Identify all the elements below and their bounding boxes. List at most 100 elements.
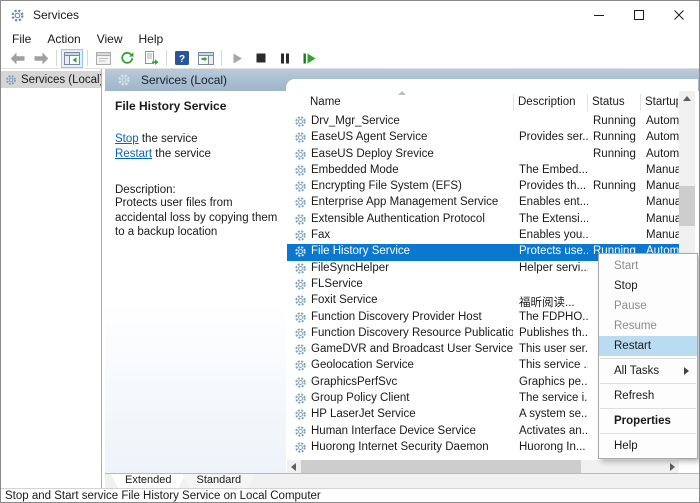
tab-standard[interactable]: Standard [182,474,255,488]
column-divider[interactable] [587,94,588,111]
service-gear-icon [294,278,307,291]
toolbar-separator [221,50,222,66]
service-startup-type: Automatic [646,131,679,143]
minimize-button[interactable] [579,1,619,29]
maximize-button[interactable] [619,1,659,29]
context-menu-item-refresh[interactable]: Refresh [599,386,697,406]
tab-extended[interactable]: Extended [111,474,185,488]
pause-service-button[interactable] [274,49,296,68]
service-description: 福昕阅读... [519,294,588,310]
service-name: Embedded Mode [311,164,513,176]
menu-file[interactable]: File [4,30,39,48]
scroll-left-button[interactable] [287,460,300,473]
service-name: Enterprise App Management Service [311,196,513,208]
service-gear-icon [294,359,307,372]
window-title: Services [33,8,79,22]
service-description: Provides ser... [519,131,588,143]
service-row[interactable]: Drv_Mgr_ServiceRunningAutomatic [287,114,679,130]
title-bar: Services [1,1,699,29]
stop-service-button[interactable] [250,49,272,68]
service-description: Huorong In... [519,441,588,453]
service-startup-type: Manual [646,213,679,225]
service-status: Running [593,180,640,192]
back-arrow-button[interactable] [6,49,28,68]
pause-service-icon [280,53,290,64]
arrow-up-icon [683,96,691,101]
service-row[interactable]: Enterprise App Management Service Enables… [287,195,679,211]
service-row[interactable]: Extensible Authentication ProtocolThe Ex… [287,212,679,228]
services-window: Services FileActionViewHelp ? Services (… [0,0,700,503]
show-action-pane-icon [198,52,214,65]
column-header-startup-type[interactable]: Startup Type [645,96,678,108]
column-header-description[interactable]: Description [518,96,588,108]
horizontal-scrollbar[interactable] [287,460,679,473]
horizontal-scrollbar-thumb[interactable] [301,460,581,473]
column-header-name[interactable]: Name [310,96,510,108]
toolbar-separator [166,50,167,66]
service-description: Enables ent... [519,196,588,208]
service-name: Drv_Mgr_Service [311,115,513,127]
close-button[interactable] [659,1,699,29]
export-list-icon [144,51,159,65]
context-menu-item-all-tasks[interactable]: All Tasks [599,361,697,381]
refresh-button[interactable] [116,49,138,68]
refresh-icon [120,51,134,65]
show-action-pane-button[interactable] [195,49,217,68]
service-row[interactable]: EaseUS Agent ServiceProvides ser...Runni… [287,130,679,146]
context-menu-item-start: Start [599,256,697,276]
service-name: Foxit Service [311,294,513,306]
service-name: FLService [311,278,513,290]
service-gear-icon [294,441,307,454]
service-name: HP LaserJet Service [311,408,513,420]
context-menu-item-restart[interactable]: Restart [599,336,697,356]
service-name: FileSyncHelper [311,262,513,274]
service-description: Provides th... [519,180,588,192]
context-menu-item-properties[interactable]: Properties [599,411,697,431]
service-gear-icon [294,245,307,258]
toolbar-separator [56,50,57,66]
service-description: The FDPHO... [519,311,588,323]
sort-ascending-icon [398,91,406,95]
restart-service-button[interactable] [298,49,320,68]
column-header-status[interactable]: Status [592,96,639,108]
service-description: Graphics pe... [519,376,588,388]
service-row[interactable]: FaxEnables you...Manual [287,228,679,244]
stop-service-link[interactable]: Stop [115,133,139,145]
menu-help[interactable]: Help [131,30,172,48]
context-menu-item-pause: Pause [599,296,697,316]
menu-view[interactable]: View [89,30,131,48]
service-row[interactable]: Embedded ModeThe Embed...Manual [287,163,679,179]
service-status: Running [593,131,640,143]
service-startup-type: Manual [646,229,679,241]
description-text: Protects user files from accidental loss… [115,196,283,240]
toolbar: ? [1,48,699,69]
menu-action[interactable]: Action [39,30,88,48]
back-arrow-icon [10,52,25,65]
service-row[interactable]: EaseUS Deploy SreviceRunningAutomatic [287,147,679,163]
column-divider[interactable] [513,94,514,111]
tree-item-label: Services (Local) [21,74,101,86]
show-console-tree-button[interactable] [61,49,83,68]
scroll-up-button[interactable] [679,91,695,106]
context-menu-item-help[interactable]: Help [599,436,697,456]
toolbar-separator [87,50,88,66]
context-menu-item-stop[interactable]: Stop [599,276,697,296]
svg-text:?: ? [179,54,185,65]
forward-arrow-button[interactable] [30,49,52,68]
service-description: Protects use... [519,245,588,257]
restart-service-link[interactable]: Restart [115,148,152,160]
service-name: Group Policy Client [311,392,513,404]
help-icon: ? [175,51,189,65]
service-gear-icon [294,196,307,209]
column-divider[interactable] [640,94,641,111]
service-description: Helper servi... [519,262,588,274]
restart-service-icon [303,53,316,64]
export-list-button[interactable] [140,49,162,68]
service-row[interactable]: Encrypting File System (EFS)Provides th.… [287,179,679,195]
tree-item-services-local[interactable]: Services (Local) [1,71,101,88]
service-startup-type: Automatic [646,148,679,160]
restart-service-line: Restart the service [115,147,276,162]
vertical-scrollbar-thumb[interactable] [679,186,695,226]
help-button[interactable]: ? [171,49,193,68]
scroll-right-button[interactable] [666,460,679,473]
